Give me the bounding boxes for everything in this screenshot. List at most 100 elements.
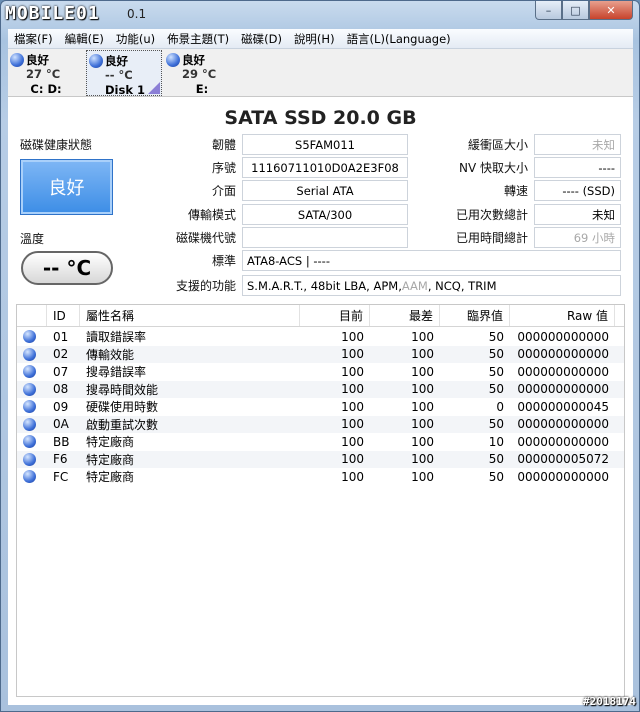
col-current[interactable]: 目前 [300,305,370,326]
col-icon[interactable] [17,305,47,326]
transfer-mode-field: SATA/300 [242,204,408,225]
cell-current: 100 [341,329,364,344]
col-threshold[interactable]: 臨界值 [440,305,510,326]
cell-threshold: 10 [488,434,504,449]
disk-selector-bar: 良好 27 °C C: D: 良好 -- °C Disk 1 良好 29 °C … [8,49,633,97]
buffer-field: 未知 [534,134,621,155]
title-bar: MOBILE01 0.1 – □ ✕ [1,1,639,27]
cell-name: 傳輸效能 [86,347,135,362]
cell-raw: 000000000000 [517,434,609,449]
cell-id: FC [53,469,69,484]
disk-status: 良好 [26,53,49,67]
disk-label: E: [195,82,209,96]
power-on-hours-label: 已用時間總計 [455,231,528,245]
cell-worst: 100 [411,329,434,344]
table-row[interactable]: 09 硬碟使用時數 100 100 0 000000000045 [17,398,624,416]
cell-worst: 100 [411,399,434,414]
cell-threshold: 50 [488,364,504,379]
disk-temp: -- °C [105,68,133,82]
table-header: ID 屬性名稱 目前 最差 臨界值 Raw 值 [17,305,624,327]
cell-worst: 100 [411,452,434,467]
nv-cache-field: ---- [534,157,621,178]
menu-theme[interactable]: 佈景主題(T) [161,31,235,47]
cell-raw: 000000000045 [517,399,609,414]
status-dot-cell [17,435,47,449]
cell-raw: 000000000000 [517,382,609,397]
cell-raw: 000000000000 [517,469,609,484]
col-raw[interactable]: Raw 值 [510,305,615,326]
cell-raw: 000000000000 [517,329,609,344]
table-row[interactable]: 01 讀取錯誤率 100 100 50 000000000000 [17,328,624,346]
menu-edit[interactable]: 編輯(E) [59,31,110,47]
cell-current: 100 [341,469,364,484]
firmware-label: 韌體 [211,138,236,152]
cell-worst: 100 [411,417,434,432]
disk-tab-e[interactable]: 良好 29 °C E: [164,50,240,96]
cell-id: 07 [53,364,69,379]
cell-raw: 000000000000 [517,417,609,432]
app-version: 0.1 [127,7,147,21]
cell-id: BB [53,434,70,449]
cell-current: 100 [341,452,364,467]
cell-name: 硬碟使用時數 [86,400,159,415]
drive-letter-field [242,227,408,248]
table-row[interactable]: BB 特定廠商 100 100 10 000000000000 [17,433,624,451]
disk-model-title: SATA SSD 20.0 GB [224,107,417,129]
firmware-field: S5FAM011 [242,134,408,155]
table-row[interactable]: F6 特定廠商 100 100 50 000000005072 [17,450,624,468]
cell-threshold: 50 [488,329,504,344]
status-dot-icon [23,435,36,449]
table-row[interactable]: 08 搜尋時間效能 100 100 50 000000000000 [17,380,624,398]
minimize-button[interactable]: – [535,1,562,20]
menu-disk[interactable]: 磁碟(D) [235,31,288,47]
menu-language[interactable]: 語言(L)(Language) [341,31,457,47]
status-orb-icon [166,53,180,67]
serial-field: 11160711010D0A2E3F08 [242,157,408,178]
smart-attributes-table: ID 屬性名稱 目前 最差 臨界值 Raw 值 01 讀取錯誤率 100 100 50 0… [16,304,625,697]
transfer-mode-label: 傳輸模式 [187,208,236,222]
serial-label: 序號 [211,161,236,175]
table-row[interactable]: 0A 啟動重試次數 100 100 50 000000000000 [17,415,624,433]
cell-name: 搜尋錯誤率 [86,365,147,380]
app-window: MOBILE01 0.1 – □ ✕ 檔案(F) 編輯(E) 功能(u) 佈景主… [0,0,640,712]
disk-label: C: D: [30,82,62,96]
status-dot-cell [17,330,47,344]
status-orb-icon [89,54,103,68]
col-worst[interactable]: 最差 [370,305,440,326]
cell-id: 08 [53,382,69,397]
status-dot-icon [23,365,36,379]
maximize-button[interactable]: □ [562,1,589,20]
buffer-label: 緩衝區大小 [467,138,528,152]
col-attribute-name[interactable]: 屬性名稱 [80,305,300,326]
table-row[interactable]: FC 特定廠商 100 100 50 000000000000 [17,468,624,486]
cell-current: 100 [341,347,364,362]
cell-current: 100 [341,382,364,397]
status-dot-cell [17,452,47,466]
cell-worst: 100 [411,382,434,397]
status-dot-cell [17,365,47,379]
rotation-label: 轉速 [503,184,528,198]
status-dot-icon [23,400,36,414]
status-dot-cell [17,347,47,361]
table-row[interactable]: 07 搜尋錯誤率 100 100 50 000000000000 [17,363,624,381]
menu-file[interactable]: 檔案(F) [8,31,59,47]
status-dot-icon [23,452,36,466]
health-status-button[interactable]: 良好 [20,159,113,215]
selected-corner-icon [148,82,160,94]
disk-tab-c[interactable]: 良好 27 °C C: D: [8,50,84,96]
disk-tab-disk1[interactable]: 良好 -- °C Disk 1 [86,50,162,97]
close-button[interactable]: ✕ [589,1,633,20]
cell-name: 特定廠商 [86,470,135,485]
col-id[interactable]: ID [47,305,80,326]
menu-help[interactable]: 說明(H) [288,31,341,47]
status-dot-icon [23,382,36,396]
rotation-field: ---- (SSD) [534,180,621,201]
standard-field: ATA8-ACS | ---- [242,250,621,271]
features-text: S.M.A.R.T., 48bit LBA, APM, [247,278,402,293]
interface-label: 介面 [211,184,236,198]
status-dot-cell [17,470,47,484]
table-row[interactable]: 02 傳輸效能 100 100 50 000000000000 [17,345,624,363]
menu-function[interactable]: 功能(u) [110,31,161,47]
cell-worst: 100 [411,364,434,379]
disk-status: 良好 [105,54,128,68]
